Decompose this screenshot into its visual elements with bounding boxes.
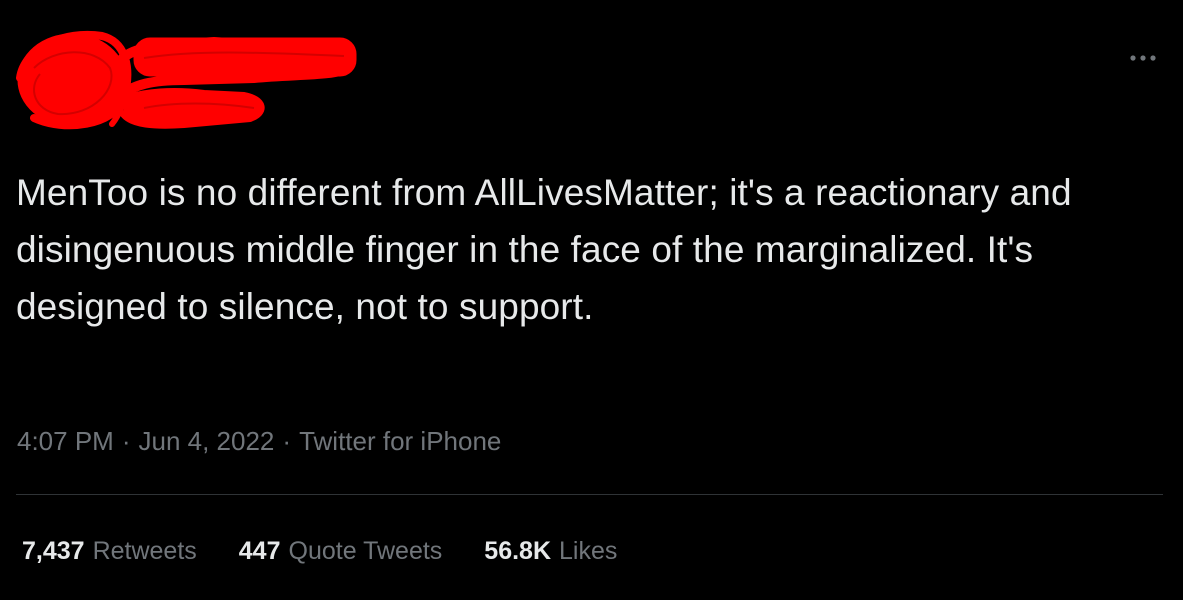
more-options-button[interactable] — [1127, 46, 1159, 70]
quote-tweets-count: 447 — [238, 537, 281, 565]
likes-label: Likes — [559, 537, 618, 565]
tweet-text: MenToo is no different from AllLivesMatt… — [16, 172, 1083, 327]
more-horizontal-icon — [1130, 55, 1156, 61]
tweet-stats: 7,437 Retweets 447 Quote Tweets 56.8K Likes — [22, 535, 659, 567]
retweets-count: 7,437 — [22, 537, 85, 565]
tweet-card: MenToo is no different from AllLivesMatt… — [0, 0, 1183, 600]
tweet-metadata: 4:07 PM · Jun 4, 2022 · Twitter for iPhone — [17, 425, 501, 457]
retweets-label: Retweets — [92, 537, 197, 565]
divider — [16, 494, 1163, 495]
retweets-stat[interactable]: 7,437 Retweets — [22, 535, 197, 567]
quote-tweets-label: Quote Tweets — [288, 537, 443, 565]
likes-stat[interactable]: 56.8K Likes — [484, 535, 617, 567]
meta-separator: · — [282, 426, 292, 456]
quote-tweets-stat[interactable]: 447 Quote Tweets — [239, 535, 443, 567]
tweet-date-link[interactable]: Jun 4, 2022 — [139, 426, 275, 456]
likes-count: 56.8K — [484, 537, 552, 565]
tweet-time-link[interactable]: 4:07 PM — [17, 426, 114, 456]
tweet-source-link[interactable]: Twitter for iPhone — [299, 426, 501, 456]
meta-separator: · — [121, 426, 131, 456]
redacted-author-scribble — [16, 30, 357, 130]
